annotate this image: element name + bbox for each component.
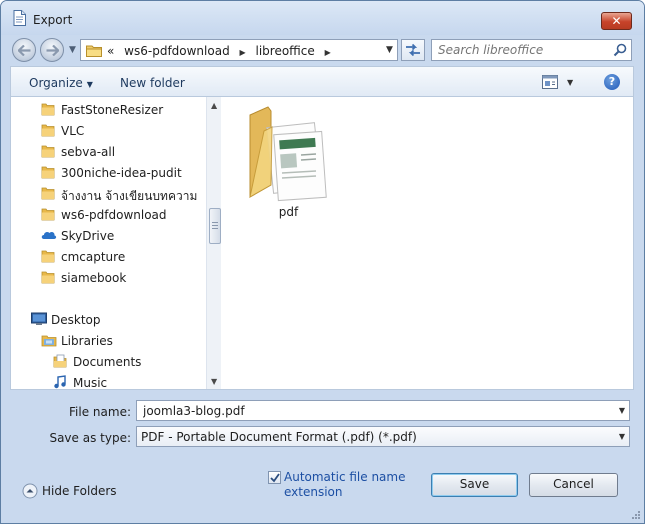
nav-item-label: จ้างงาน จ้างเขียนบทความ <box>61 189 198 203</box>
auto-extension-checkbox[interactable] <box>268 471 281 484</box>
cancel-button[interactable]: Cancel <box>529 473 618 497</box>
refresh-icon <box>406 43 420 57</box>
new-folder-button[interactable]: New folder <box>120 76 185 90</box>
refresh-button[interactable] <box>401 39 425 61</box>
search-icon <box>613 43 627 57</box>
file-list-view: pdf <box>221 97 634 390</box>
documents-icon <box>53 354 67 368</box>
forward-button[interactable] <box>40 38 64 62</box>
breadcrumb-item[interactable]: libreoffice <box>256 44 315 58</box>
organize-button[interactable]: Organize ▼ <box>29 76 93 90</box>
file-item-pdf[interactable]: pdf <box>246 105 331 220</box>
nav-pane-scrollbar[interactable]: ▲ ▼ <box>206 97 222 389</box>
nav-item-label: 300niche-idea-pudit <box>61 166 182 180</box>
folder-icon <box>41 166 55 179</box>
breadcrumb-chevron-right-icon[interactable]: ▶ <box>325 48 331 57</box>
chevron-down-icon: ▼ <box>86 80 93 89</box>
save-type-value: PDF - Portable Document Format (.pdf) (*… <box>141 430 417 444</box>
folder-icon <box>41 187 55 200</box>
file-name: pdf <box>278 205 299 219</box>
nav-item-label: SkyDrive <box>61 229 115 243</box>
resize-grip-icon[interactable] <box>631 510 641 520</box>
nav-item-label: Documents <box>73 355 142 369</box>
title-bar[interactable]: Export ✕ <box>1 1 644 35</box>
auto-extension-label[interactable]: Automatic file name extension <box>284 470 414 500</box>
nav-item-label: Music <box>73 376 108 390</box>
hide-folders-label: Hide Folders <box>42 484 117 498</box>
breadcrumb: « ws6-pdfdownload ▶ libreoffice ▶ <box>107 44 337 58</box>
navigation-row: ▼ « ws6-pdfdownload ▶ libreoffice ▶ ▼ <box>1 35 644 63</box>
nav-item-label: Desktop <box>51 313 101 327</box>
nav-item-label: cmcapture <box>61 250 126 264</box>
chevron-down-icon: ▼ <box>618 432 625 441</box>
export-dialog: Export ✕ ▼ « ws6-pdfdownload ▶ libreoffi… <box>0 0 645 524</box>
address-bar[interactable]: « ws6-pdfdownload ▶ libreoffice ▶ ▼ <box>80 39 398 61</box>
nav-item-label: VLC <box>61 124 85 138</box>
folder-icon <box>41 271 55 284</box>
save-type-select[interactable]: PDF - Portable Document Format (.pdf) (*… <box>136 426 630 447</box>
folder-icon <box>41 208 55 221</box>
search-input[interactable] <box>436 42 606 58</box>
folder-icon <box>41 145 55 158</box>
save-button[interactable]: Save <box>431 473 518 497</box>
scroll-down-icon[interactable]: ▼ <box>211 377 217 386</box>
file-name-label: File name: <box>69 405 131 419</box>
checkmark-icon <box>270 473 280 483</box>
document-icon <box>13 10 26 26</box>
desktop-icon <box>31 312 47 325</box>
views-chevron-down-icon[interactable]: ▼ <box>567 78 573 87</box>
help-button[interactable]: ? <box>604 74 620 90</box>
address-dropdown-chevron-down-icon[interactable]: ▼ <box>386 45 393 55</box>
nav-item-label: siamebook <box>61 271 127 285</box>
scroll-up-icon[interactable]: ▲ <box>211 101 217 110</box>
libraries-icon <box>41 335 57 347</box>
breadcrumb-item[interactable]: ws6-pdfdownload <box>124 44 230 58</box>
file-name-combo[interactable]: ▼ <box>136 400 630 421</box>
forward-arrow-icon <box>46 45 59 56</box>
change-view-icon[interactable] <box>542 75 558 89</box>
nav-item-label: sebva-all <box>61 145 116 159</box>
folder-icon <box>41 124 55 137</box>
navigation-pane: FastStoneResizer VLC sebva-all 300niche-… <box>10 97 222 390</box>
nav-item-label: Libraries <box>61 334 113 348</box>
recent-locations-chevron-down-icon[interactable]: ▼ <box>69 45 76 55</box>
chevron-up-icon <box>22 483 38 499</box>
back-button[interactable] <box>12 38 36 62</box>
back-arrow-icon <box>18 45 31 56</box>
breadcrumb-overflow-button[interactable]: « <box>107 44 114 58</box>
folder-icon <box>86 45 102 57</box>
breadcrumb-chevron-right-icon[interactable]: ▶ <box>240 48 246 57</box>
command-toolbar: Organize ▼ New folder ▼ ? <box>10 66 634 97</box>
chevron-down-icon[interactable]: ▼ <box>619 406 625 415</box>
skydrive-icon <box>41 231 57 239</box>
folder-icon <box>41 250 55 263</box>
nav-item-label: FastStoneResizer <box>61 103 164 117</box>
search-box[interactable] <box>431 39 632 61</box>
folder-with-documents-icon <box>249 106 327 202</box>
music-icon <box>54 375 66 389</box>
file-name-field[interactable] <box>141 403 601 419</box>
scrollbar-thumb[interactable] <box>209 208 221 244</box>
close-button[interactable]: ✕ <box>601 12 632 30</box>
folder-icon <box>41 103 55 116</box>
window-title: Export <box>33 13 73 27</box>
hide-folders-button[interactable]: Hide Folders <box>22 483 117 502</box>
organize-label: Organize <box>29 76 83 90</box>
close-icon: ✕ <box>611 14 622 28</box>
save-type-label: Save as type: <box>49 431 131 445</box>
nav-item-label: ws6-pdfdownload <box>61 208 167 222</box>
